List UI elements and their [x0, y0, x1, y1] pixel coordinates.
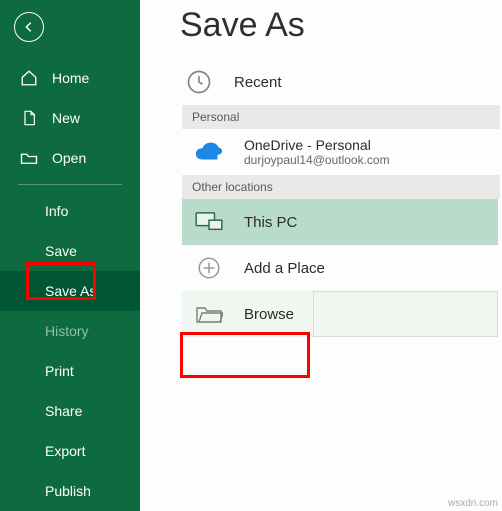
pc-icon	[192, 211, 226, 233]
new-file-icon	[20, 109, 38, 127]
this-pc-label: This PC	[244, 214, 297, 231]
location-this-pc[interactable]: This PC	[182, 199, 498, 245]
arrow-left-icon	[22, 20, 36, 34]
highlight-browse	[180, 332, 310, 378]
nav-history: History	[0, 311, 140, 351]
location-browse[interactable]: Browse	[182, 291, 498, 337]
section-other: Other locations	[182, 175, 500, 199]
add-place-icon	[192, 255, 226, 281]
section-personal: Personal	[182, 105, 500, 129]
browse-folder-icon	[192, 303, 226, 325]
nav-info[interactable]: Info	[0, 191, 140, 231]
onedrive-icon	[192, 142, 226, 162]
nav-open-label: Open	[52, 150, 86, 166]
nav-print[interactable]: Print	[0, 351, 140, 391]
nav-home[interactable]: Home	[0, 58, 140, 98]
nav-new-label: New	[52, 110, 80, 126]
onedrive-name: OneDrive - Personal	[244, 137, 390, 153]
nav-save-as[interactable]: Save As	[0, 271, 140, 311]
nav-save[interactable]: Save	[0, 231, 140, 271]
back-button[interactable]	[14, 12, 44, 42]
add-place-label: Add a Place	[244, 260, 325, 277]
clock-icon	[182, 68, 216, 96]
home-icon	[20, 69, 38, 87]
nav-home-label: Home	[52, 70, 89, 86]
nav-export[interactable]: Export	[0, 431, 140, 471]
location-onedrive[interactable]: OneDrive - Personal durjoypaul14@outlook…	[182, 129, 498, 175]
onedrive-email: durjoypaul14@outlook.com	[244, 153, 390, 167]
nav-share[interactable]: Share	[0, 391, 140, 431]
location-add-place[interactable]: Add a Place	[182, 245, 498, 291]
nav-open[interactable]: Open	[0, 138, 140, 178]
recent-label: Recent	[234, 74, 282, 91]
nav-new[interactable]: New	[0, 98, 140, 138]
watermark: wsxdn.com	[448, 498, 498, 509]
browse-label: Browse	[244, 306, 294, 323]
page-title: Save As	[180, 6, 502, 45]
location-recent[interactable]: Recent	[180, 59, 502, 105]
open-folder-icon	[20, 151, 38, 165]
nav-separator	[18, 184, 122, 185]
nav-publish[interactable]: Publish	[0, 471, 140, 511]
browse-divider	[313, 291, 498, 337]
